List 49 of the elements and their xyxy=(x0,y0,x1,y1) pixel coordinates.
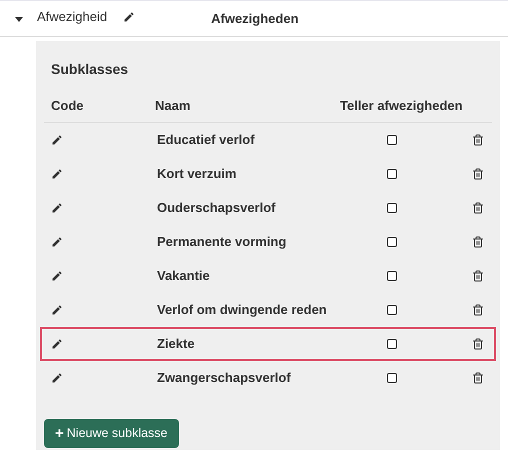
subclass-name: Verlof om dwingende reden xyxy=(157,301,328,320)
trash-icon[interactable] xyxy=(472,134,484,146)
pencil-icon[interactable] xyxy=(51,270,63,282)
subclass-name: Ouderschapsverlof xyxy=(157,199,276,218)
subclass-name: Educatief verlof xyxy=(157,131,256,150)
counter-checkbox[interactable] xyxy=(387,305,397,315)
column-header: Code xyxy=(50,96,84,115)
subclass-name: Kort verzuim xyxy=(157,165,238,184)
category-title: Afwezigheden xyxy=(211,10,299,28)
subclass-name: Ziekte xyxy=(157,335,196,354)
category-label: Afwezigheid xyxy=(37,8,108,26)
trash-icon[interactable] xyxy=(472,202,484,214)
panel-title: Subklasses xyxy=(50,60,130,79)
trash-icon[interactable] xyxy=(472,304,484,316)
trash-icon[interactable] xyxy=(472,236,484,248)
counter-checkbox[interactable] xyxy=(387,169,397,179)
trash-icon[interactable] xyxy=(472,168,484,180)
trash-icon[interactable] xyxy=(472,270,484,282)
subclass-row[interactable]: Permanente vorming xyxy=(44,225,492,259)
counter-checkbox[interactable] xyxy=(387,271,397,281)
counter-checkbox[interactable] xyxy=(387,135,397,145)
counter-checkbox[interactable] xyxy=(387,339,397,349)
subclass-name: Permanente vorming xyxy=(157,233,288,252)
subclass-row[interactable]: Kort verzuim xyxy=(44,157,492,191)
pencil-icon[interactable] xyxy=(51,304,63,316)
column-header: Teller afwezigheden xyxy=(340,96,463,115)
trash-icon[interactable] xyxy=(472,338,484,350)
pencil-icon[interactable] xyxy=(51,168,63,180)
pencil-icon[interactable] xyxy=(51,134,63,146)
counter-checkbox[interactable] xyxy=(387,203,397,213)
subclass-row[interactable]: Ouderschapsverlof xyxy=(44,191,492,225)
pencil-icon[interactable] xyxy=(51,372,63,384)
subclass-row[interactable]: Educatief verlof xyxy=(44,123,492,157)
counter-checkbox[interactable] xyxy=(387,373,397,383)
pencil-icon[interactable] xyxy=(123,10,136,22)
subclass-row[interactable]: Ziekte xyxy=(40,327,496,361)
subclass-name: Vakantie xyxy=(157,267,211,286)
trash-icon[interactable] xyxy=(472,372,484,384)
subclass-row[interactable]: Vakantie xyxy=(44,259,492,293)
pencil-icon[interactable] xyxy=(51,202,63,214)
subclass-row[interactable]: Zwangerschapsverlof xyxy=(44,361,492,395)
subclass-name: Zwangerschapsverlof xyxy=(157,369,292,388)
pencil-icon[interactable] xyxy=(51,338,63,350)
pencil-icon[interactable] xyxy=(51,236,63,248)
subclass-row[interactable]: Verlof om dwingende reden xyxy=(44,293,492,327)
new-subclass-button[interactable]: + Nieuwe subklasse xyxy=(44,419,179,448)
column-header: Naam xyxy=(155,96,192,115)
caret-icon[interactable] xyxy=(15,17,23,22)
counter-checkbox[interactable] xyxy=(387,237,397,247)
